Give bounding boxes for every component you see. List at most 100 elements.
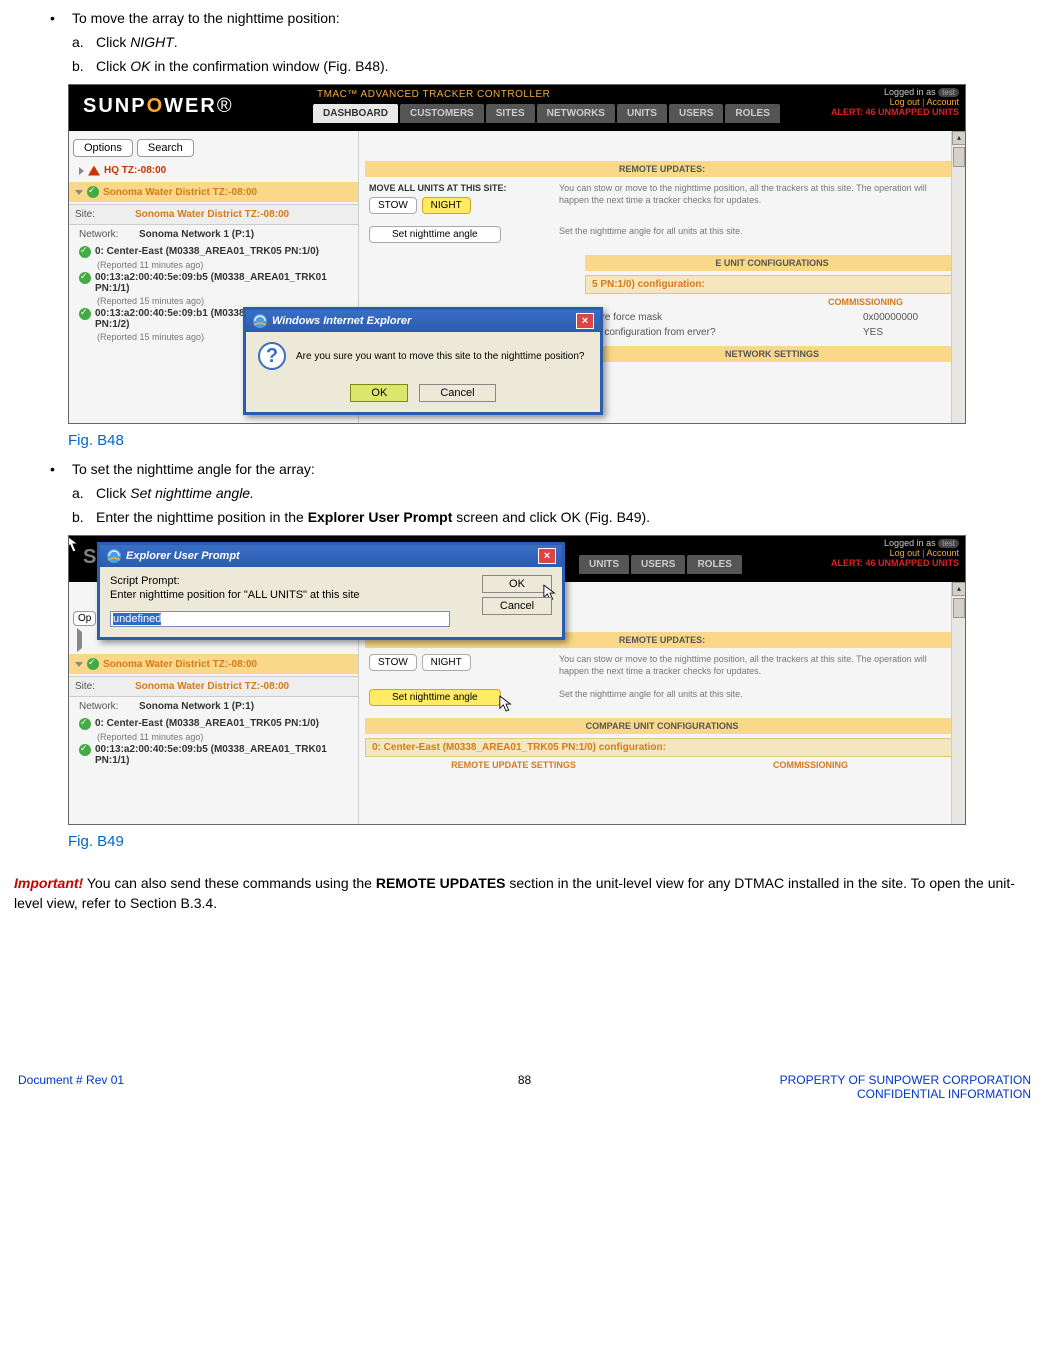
footer-text: PROPERTY OF SUNPOWER CORPORATION — [780, 1073, 1031, 1087]
important-label: Important! — [14, 875, 83, 891]
tree-item-hq[interactable]: HQ TZ:-08:00 — [73, 161, 354, 180]
tab-roles[interactable]: ROLES — [725, 104, 779, 123]
panel-description: Set the nighttime angle for all units at… — [559, 689, 955, 701]
night-button[interactable]: NIGHT — [422, 654, 471, 671]
tab-users[interactable]: USERS — [669, 104, 723, 123]
ok-button[interactable]: OK — [350, 384, 408, 402]
site-row: Site: Sonoma Water District TZ:-08:00 — [69, 204, 358, 225]
bold-text: REMOTE UPDATES — [376, 875, 506, 891]
options-button[interactable]: Options — [73, 139, 133, 157]
text-fragment: Click — [96, 34, 130, 50]
device-item[interactable]: 00:13:a2:00:40:5e:09:b5 (M0338_AREA01_TR… — [73, 742, 354, 768]
text-fragment: Enter the nighttime position in the — [96, 509, 308, 525]
app-header: SUNPOWER® TMAC™ ADVANCED TRACKER CONTROL… — [69, 85, 965, 131]
scroll-up-icon[interactable]: ▴ — [952, 131, 966, 145]
tab-customers[interactable]: CUSTOMERS — [400, 104, 484, 123]
tree-item-sonoma[interactable]: Sonoma Water District TZ:-08:00 — [69, 654, 358, 674]
config-header: 0: Center-East (M0338_AREA01_TRK05 PN:1/… — [365, 738, 959, 757]
tab-dashboard[interactable]: DASHBOARD — [313, 104, 398, 123]
button-label: OK — [509, 578, 525, 590]
ie-icon — [252, 313, 268, 329]
ok-icon — [79, 718, 91, 730]
tree-label: HQ TZ:-08:00 — [104, 165, 166, 176]
tab-sites[interactable]: SITES — [486, 104, 535, 123]
logo-text: WER — [164, 95, 217, 117]
text-fragment: Click — [96, 485, 130, 501]
alert-text[interactable]: ALERT: 46 UNMAPPED UNITS — [831, 107, 959, 117]
emphasis: Set nighttime angle. — [130, 485, 254, 501]
tree-label: Sonoma Water District TZ:-08:00 — [103, 659, 257, 670]
device-item[interactable]: 0: Center-East (M0338_AREA01_TRK05 PN:1/… — [73, 716, 354, 732]
stow-button[interactable]: STOW — [369, 197, 417, 214]
section-remote-updates: REMOTE UPDATES: — [365, 161, 959, 177]
tree-label: Sonoma Water District TZ:-08:00 — [103, 187, 257, 198]
dialog-title: Explorer User Prompt — [126, 550, 240, 562]
device-item[interactable]: 00:13:a2:00:40:5e:09:b5 (M0338_AREA01_TR… — [73, 270, 354, 296]
alert-text[interactable]: ALERT: 46 UNMAPPED UNITS — [831, 558, 959, 568]
stow-button[interactable]: STOW — [369, 654, 417, 671]
collapse-icon[interactable] — [75, 190, 83, 195]
scroll-thumb[interactable] — [953, 598, 965, 618]
set-nighttime-angle-button[interactable]: Set nighttime angle — [369, 226, 501, 243]
tree-item-sonoma[interactable]: Sonoma Water District TZ:-08:00 — [69, 182, 358, 202]
subhead-remote: REMOTE UPDATE SETTINGS — [365, 757, 662, 773]
tree-expand[interactable] — [77, 632, 82, 648]
close-icon[interactable]: × — [576, 313, 594, 329]
scrollbar[interactable]: ▴ — [951, 131, 965, 424]
device-reported: (Reported 15 minutes ago) — [73, 296, 354, 306]
tab-roles[interactable]: ROLES — [687, 555, 741, 574]
cancel-button[interactable]: Cancel — [482, 597, 552, 615]
tab-units[interactable]: UNITS — [579, 555, 629, 574]
section-compare: E UNIT CONFIGURATIONS — [585, 255, 959, 271]
bullet-text: To move the array to the nighttime posit… — [72, 10, 1035, 26]
scroll-thumb[interactable] — [953, 147, 965, 167]
step-text: Enter the nighttime position in the Expl… — [96, 509, 1035, 525]
section-network-settings: NETWORK SETTINGS — [585, 346, 959, 362]
options-button[interactable]: Op — [73, 611, 96, 626]
screenshot-b48: SUNPOWER® TMAC™ ADVANCED TRACKER CONTROL… — [68, 84, 966, 424]
night-button[interactable]: NIGHT — [422, 197, 471, 214]
scrollbar[interactable]: ▴ — [951, 582, 965, 825]
close-icon[interactable]: × — [538, 548, 556, 564]
dialog-titlebar[interactable]: Explorer User Prompt × — [100, 545, 562, 567]
ok-icon — [79, 246, 91, 258]
field-label: Network: — [79, 229, 139, 240]
panel-description: You can stow or move to the nighttime po… — [559, 654, 955, 677]
ie-confirm-dialog: Windows Internet Explorer × ? Are you su… — [243, 307, 603, 415]
prompt-label: Script Prompt: — [110, 575, 472, 587]
cursor-icon — [68, 535, 81, 560]
cancel-button[interactable]: Cancel — [419, 384, 495, 402]
account-link[interactable]: Account — [926, 97, 959, 107]
footer-left: Document # Rev 01 — [18, 1073, 124, 1101]
set-nighttime-angle-button[interactable]: Set nighttime angle — [369, 689, 501, 706]
dialog-titlebar[interactable]: Windows Internet Explorer × — [246, 310, 600, 332]
important-note: Important! You can also send these comma… — [14, 874, 1021, 913]
ok-icon — [79, 272, 91, 284]
tab-networks[interactable]: NETWORKS — [537, 104, 615, 123]
search-button[interactable]: Search — [137, 139, 194, 157]
expand-icon[interactable] — [79, 167, 84, 175]
logo-text: SUNP — [83, 95, 147, 117]
config-value: YES — [863, 327, 953, 338]
device-item[interactable]: 0: Center-East (M0338_AREA01_TRK05 PN:1/… — [73, 244, 354, 260]
logout-link[interactable]: Log out — [890, 548, 920, 558]
field-label: Site: — [75, 209, 135, 220]
config-key: ite configuration from erver? — [591, 327, 843, 338]
prompt-input[interactable]: undefined — [110, 611, 450, 627]
collapse-icon[interactable] — [75, 662, 83, 667]
header-right: Logged in as test Log out | Account ALER… — [831, 538, 959, 568]
header-right: Logged in as test Log out | Account ALER… — [831, 87, 959, 117]
step-label: b. — [72, 58, 96, 74]
tab-users[interactable]: USERS — [631, 555, 685, 574]
footer-text: CONFIDENTIAL INFORMATION — [780, 1087, 1031, 1101]
ok-button[interactable]: OK — [482, 575, 552, 593]
config-header: 5 PN:1/0) configuration: — [585, 275, 959, 294]
device-reported: (Reported 11 minutes ago) — [73, 260, 354, 270]
panel-description: You can stow or move to the nighttime po… — [559, 183, 955, 206]
tab-units[interactable]: UNITS — [617, 104, 667, 123]
logout-link[interactable]: Log out — [890, 97, 920, 107]
figure-caption: Fig. B49 — [68, 833, 1035, 850]
account-link[interactable]: Account — [926, 548, 959, 558]
expand-icon[interactable] — [77, 628, 82, 652]
scroll-up-icon[interactable]: ▴ — [952, 582, 966, 596]
